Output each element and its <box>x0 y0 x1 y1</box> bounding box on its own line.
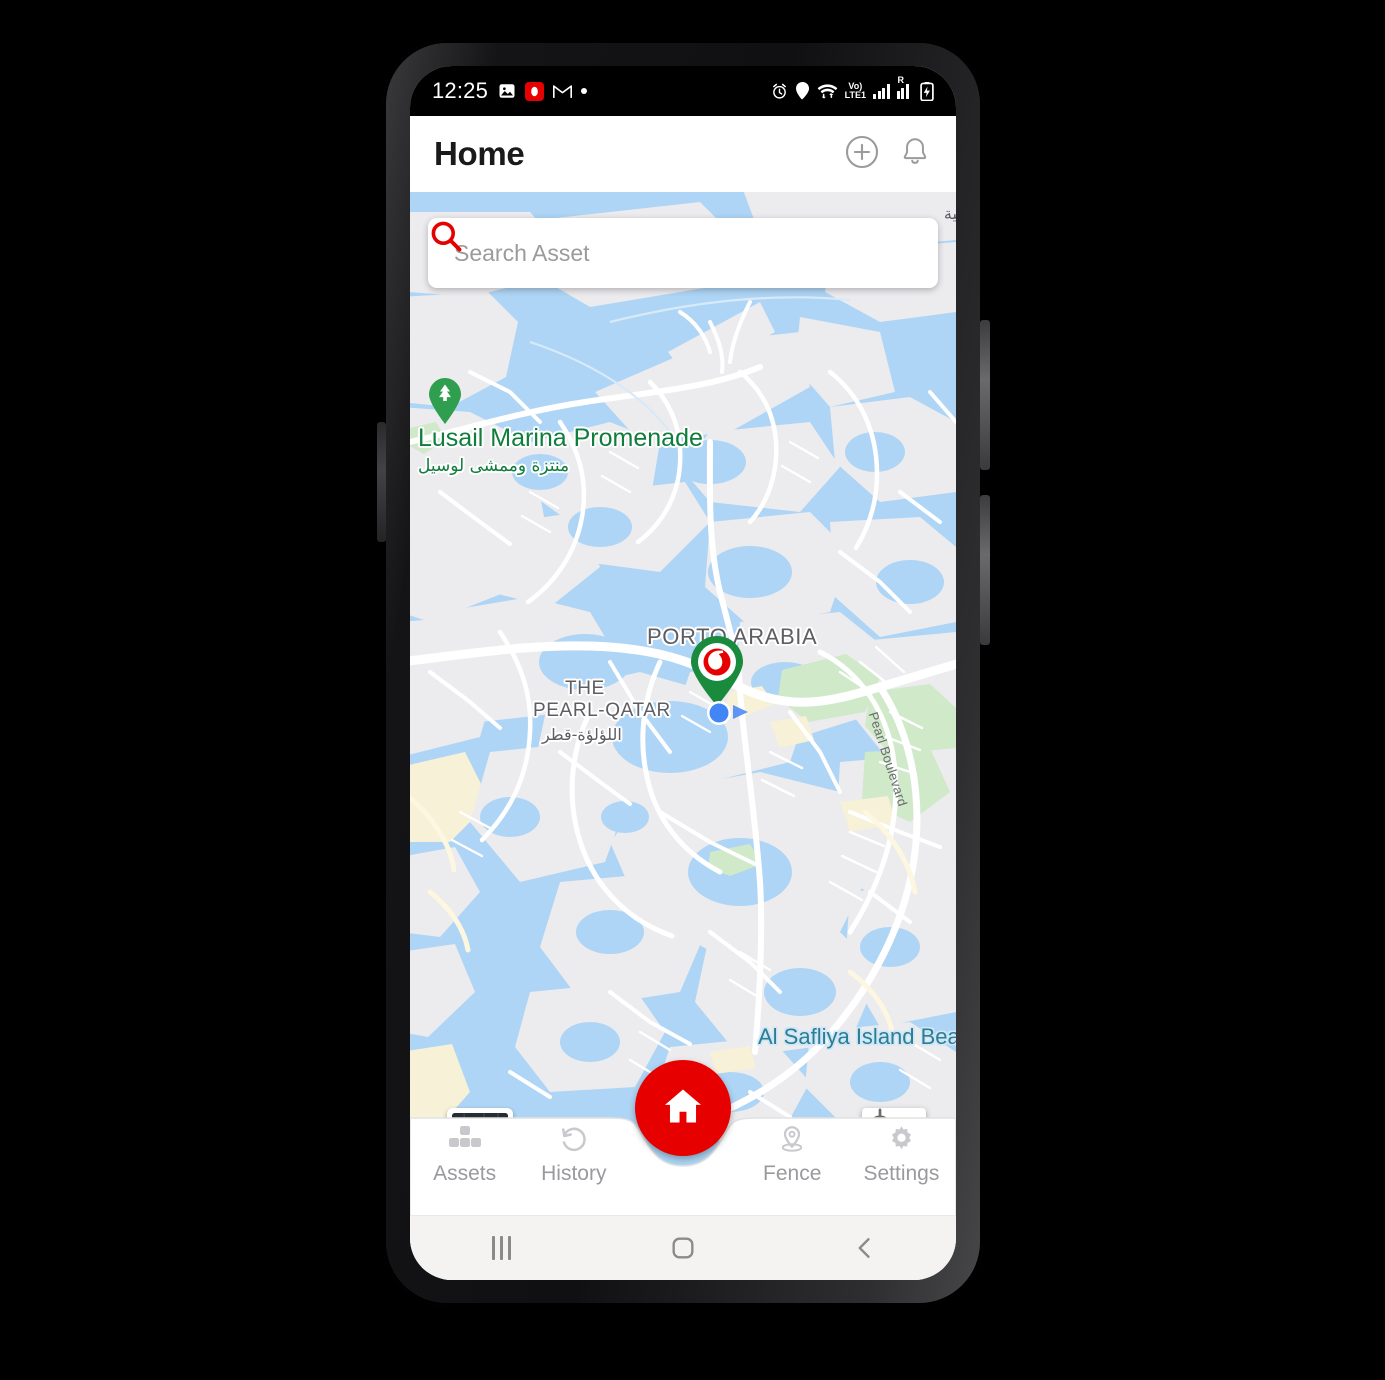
gear-icon <box>886 1124 917 1159</box>
bottom-navigation: Assets History Fence Settings <box>410 1060 956 1216</box>
screenshot-stage: 12:25 Vo) LTE1 R Home ية Lusail Marina P… <box>0 0 1385 1380</box>
phone-volume-button[interactable] <box>980 320 990 470</box>
home-fab[interactable] <box>635 1060 731 1156</box>
house-icon <box>660 1083 706 1134</box>
nav-fence-label: Fence <box>763 1162 822 1185</box>
phone-screen: 12:25 Vo) LTE1 R Home ية Lusail Marina P… <box>410 66 956 1280</box>
alarm-icon <box>771 83 788 100</box>
phone-frame: 12:25 Vo) LTE1 R Home ية Lusail Marina P… <box>377 40 990 1306</box>
app-bar-actions <box>844 134 932 175</box>
status-bar-system-icons: Vo) LTE1 R <box>771 75 934 101</box>
boxes-stack-icon <box>448 1124 482 1159</box>
nav-settings[interactable]: Settings <box>847 1124 956 1186</box>
tree-pin-icon[interactable] <box>426 377 464 425</box>
photos-icon <box>498 82 516 100</box>
nav-assets[interactable]: Assets <box>410 1124 519 1186</box>
dot-indicator-icon <box>581 88 588 94</box>
page-title: Home <box>434 135 525 172</box>
status-bar-notification-icons <box>498 81 588 101</box>
plus-circle-icon[interactable] <box>844 134 880 175</box>
volte-icon: Vo) LTE1 <box>844 81 866 100</box>
home-square-icon[interactable] <box>643 1234 723 1262</box>
phone-left-button[interactable] <box>377 422 386 542</box>
opera-icon <box>525 81 545 101</box>
geofence-pin-icon <box>777 1124 807 1159</box>
gmail-icon <box>553 84 573 99</box>
nav-settings-label: Settings <box>863 1162 940 1185</box>
history-rotate-icon <box>558 1124 590 1159</box>
recents-icon[interactable] <box>461 1236 541 1260</box>
nav-history-label: History <box>541 1162 607 1185</box>
android-navigation-bar <box>410 1216 956 1280</box>
battery-charging-icon <box>920 81 934 101</box>
nav-fence[interactable]: Fence <box>738 1124 847 1186</box>
signal-bars-icon <box>873 83 890 99</box>
back-chevron-icon[interactable] <box>825 1234 905 1262</box>
search-input[interactable]: Search Asset <box>454 240 916 267</box>
nav-history[interactable]: History <box>519 1124 628 1186</box>
wifi-icon <box>817 83 838 100</box>
app-bar: Home <box>410 116 956 192</box>
search-bar[interactable]: Search Asset <box>428 218 938 288</box>
bell-icon[interactable] <box>898 135 932 174</box>
status-bar-clock: 12:25 <box>432 78 489 103</box>
roaming-signal-icon: R <box>896 75 914 99</box>
phone-power-button[interactable] <box>980 495 990 645</box>
status-bar: 12:25 Vo) LTE1 R <box>410 66 956 116</box>
location-icon <box>795 82 810 100</box>
vodafone-pin-icon[interactable] <box>688 635 746 707</box>
nav-assets-label: Assets <box>433 1162 497 1185</box>
blue-dot-icon <box>706 700 748 726</box>
